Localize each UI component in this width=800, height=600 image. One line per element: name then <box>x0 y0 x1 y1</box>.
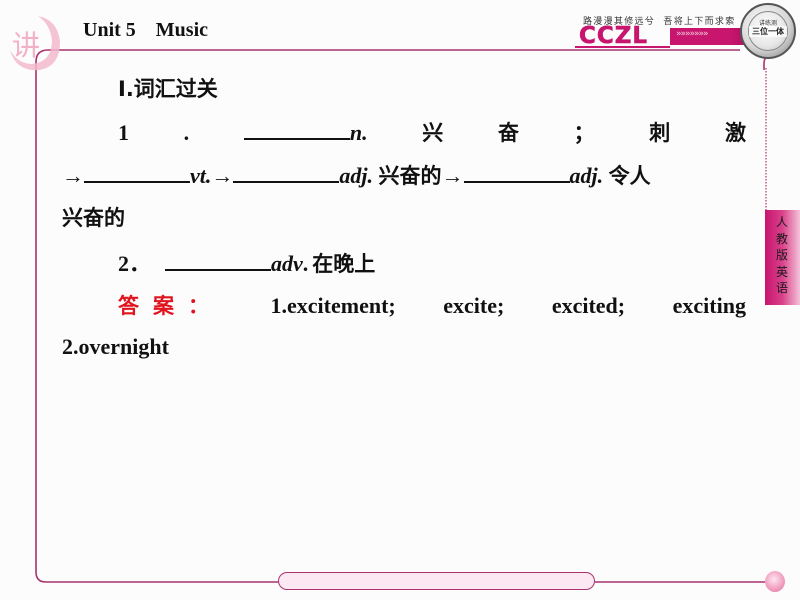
q1-blank-adj1 <box>233 163 340 183</box>
answer-label-char: 答 <box>118 294 153 318</box>
unit-title: Unit 5 Music <box>83 19 208 41</box>
bottom-nav-pill[interactable] <box>278 572 595 590</box>
q1-meaning-char: 刺 <box>649 121 671 145</box>
answer-item: exciting <box>672 293 746 318</box>
answer-item: excite; <box>443 293 505 318</box>
q2-blank <box>165 251 272 271</box>
q1-dot: . <box>183 120 190 145</box>
q2-meaning: 在晚上 <box>312 252 376 276</box>
answer-item: 1.excitement; <box>270 293 396 318</box>
q1-meaning-char: 激 <box>724 121 746 145</box>
q1-meaning-char: 奋 <box>497 121 519 145</box>
answer-item: excited; <box>551 293 626 318</box>
question-2: 2． adv. 在晚上 <box>118 246 375 278</box>
cczl-logo: CCZL <box>579 23 649 49</box>
q1-pos-verb: vt. <box>190 163 212 188</box>
watermark-glyph: 讲 <box>12 29 40 62</box>
side-tab-label: 人教版英语 <box>775 215 788 295</box>
q1-meaning-adj2-part2: 兴奋的 <box>62 206 125 230</box>
q1-meaning-char: ； <box>573 121 595 145</box>
q2-pos: adv <box>271 251 303 276</box>
chevrons-icon: »»»»»»» <box>676 29 709 39</box>
logo-underline <box>575 46 670 48</box>
answer-label: 答案： <box>118 290 223 320</box>
badge-main-text: 三位一体 <box>749 26 787 37</box>
q1-meaning-adj2-part1: 令人 <box>608 164 651 188</box>
question-1-line-1: 1 . n. 兴 奋 ； 刺 激 <box>118 117 746 147</box>
question-1-line-2: → vt.→ adj. 兴奋的→ adj. 令人 <box>62 160 651 190</box>
q1-blank-noun <box>243 120 350 140</box>
q1-pos-adj2: adj. <box>569 163 604 188</box>
arrow-icon: → <box>441 163 464 188</box>
answer-label-char: ： <box>188 294 223 318</box>
q1-blank-verb <box>84 163 190 183</box>
section-title: Ⅰ.词汇过关 <box>118 77 218 101</box>
bottom-nav-dot[interactable] <box>765 571 785 592</box>
q1-blank-noun-group: n. <box>243 120 368 146</box>
q2-dot: . <box>302 251 309 276</box>
q2-number: 2． <box>118 251 152 276</box>
answer-line-1: 答案： 1.excitement; excite; excited; excit… <box>118 290 746 320</box>
q1-blank-adj2 <box>463 163 570 183</box>
q1-number: 1 <box>118 120 129 145</box>
q1-meaning-adj1: 兴奋的 <box>378 164 442 188</box>
watermark-logo: 讲 <box>10 16 60 71</box>
q1-pos-noun: n. <box>349 120 368 145</box>
answer-label-char: 案 <box>153 294 188 318</box>
q1-pos-adj1: adj. <box>339 163 374 188</box>
q1-meaning-char: 兴 <box>422 121 444 145</box>
answer-line-2: 2.overnight <box>62 334 169 359</box>
arrow-icon: → <box>62 163 84 188</box>
arrow-icon: → <box>211 163 234 188</box>
